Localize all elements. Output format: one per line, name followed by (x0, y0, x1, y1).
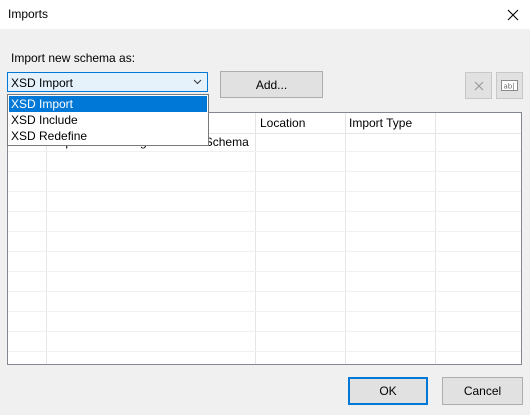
close-icon (507, 9, 519, 20)
svg-text:ab|: ab| (504, 83, 515, 91)
row-divider (8, 211, 521, 212)
import-type-combo[interactable]: XSD Import (7, 72, 208, 92)
row-divider (8, 291, 521, 292)
combo-value: XSD Import (11, 76, 74, 90)
rename-field-icon: ab| (501, 80, 518, 91)
header-location: Location (260, 116, 306, 130)
row-divider (8, 151, 521, 152)
row-divider (8, 251, 521, 252)
row-divider (8, 271, 521, 272)
import-type-dropdown: XSD Import XSD Include XSD Redefine (7, 94, 209, 146)
title-bar: Imports (0, 0, 530, 29)
option-xsd-redefine[interactable]: XSD Redefine (9, 128, 207, 144)
row-divider (8, 231, 521, 232)
delete-button[interactable] (465, 72, 492, 99)
ok-button[interactable]: OK (348, 377, 428, 405)
row-divider (8, 171, 521, 172)
window-title: Imports (8, 7, 49, 21)
option-xsd-include[interactable]: XSD Include (9, 112, 207, 128)
add-button[interactable]: Add... (220, 71, 323, 98)
row-divider (8, 331, 521, 332)
delete-x-icon (474, 81, 483, 90)
row-divider (8, 311, 521, 312)
row-divider (8, 191, 521, 192)
rename-button[interactable]: ab| (496, 72, 523, 99)
import-label: Import new schema as: (11, 51, 136, 65)
close-button[interactable] (496, 0, 530, 29)
cancel-button[interactable]: Cancel (442, 377, 523, 405)
row-divider (8, 351, 521, 352)
imports-table[interactable]: Location Import Type xs http://www.w3.or… (7, 112, 522, 365)
chevron-down-icon (193, 79, 202, 85)
header-import-type: Import Type (349, 116, 413, 130)
option-xsd-import[interactable]: XSD Import (9, 96, 207, 112)
